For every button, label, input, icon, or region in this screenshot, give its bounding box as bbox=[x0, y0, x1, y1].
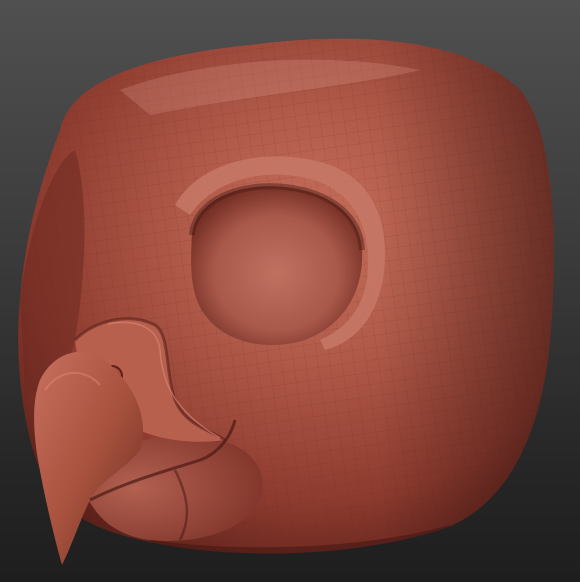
3d-viewport[interactable] bbox=[0, 0, 580, 582]
sculpt-render bbox=[18, 38, 554, 565]
